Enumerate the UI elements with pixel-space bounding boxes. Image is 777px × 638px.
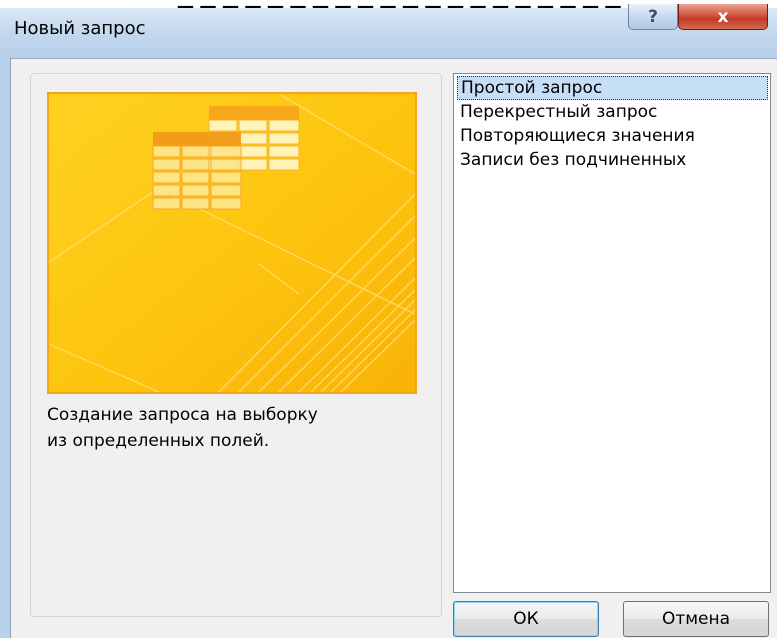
help-icon: ? xyxy=(648,6,658,27)
close-button[interactable]: x xyxy=(678,4,768,30)
dialog-body: Создание запроса на выборку из определен… xyxy=(10,58,777,638)
ok-button-label: ОК xyxy=(513,609,539,629)
background-text: _ _ _ _ _ _ _ _ _ _ _ _ _ _ _ _ _ _ _ _ xyxy=(178,0,621,8)
cancel-button-label: Отмена xyxy=(661,609,731,629)
list-item-simple-query[interactable]: Простой запрос xyxy=(457,76,768,100)
preview-panel: Создание запроса на выборку из определен… xyxy=(30,73,442,617)
list-item-find-unmatched[interactable]: Записи без подчиненных xyxy=(457,148,768,172)
ok-button[interactable]: ОК xyxy=(453,601,599,637)
query-preview-image xyxy=(47,92,417,394)
title-bar: Новый запрос ? x xyxy=(0,4,777,58)
dialog-title: Новый запрос xyxy=(14,18,146,39)
description-line-2: из определенных полей. xyxy=(47,431,270,451)
query-description: Создание запроса на выборку из определен… xyxy=(47,402,427,454)
table-grid-illustration-icon xyxy=(49,94,415,392)
description-line-1: Создание запроса на выборку xyxy=(47,405,318,425)
help-button[interactable]: ? xyxy=(628,4,678,30)
query-type-list[interactable]: Простой запрос Перекрестный запрос Повто… xyxy=(453,73,771,593)
cancel-button[interactable]: Отмена xyxy=(623,601,769,637)
close-icon: x xyxy=(717,6,729,27)
new-query-dialog: Новый запрос ? x Создание запроса на выб… xyxy=(0,4,777,638)
list-item-find-duplicates[interactable]: Повторяющиеся значения xyxy=(457,124,768,148)
list-item-crosstab-query[interactable]: Перекрестный запрос xyxy=(457,100,768,124)
